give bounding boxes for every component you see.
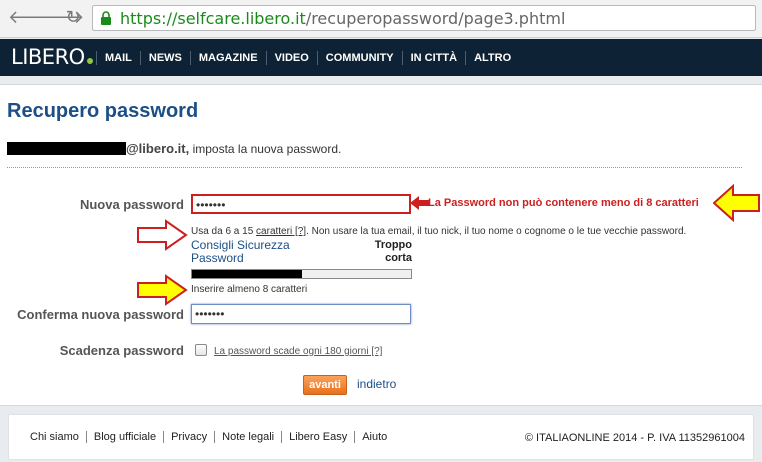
nav-item-community[interactable]: COMMUNITY [316, 50, 402, 65]
footer: Chi siamo Blog ufficiale Privacy Note le… [8, 414, 754, 460]
strength-meter [191, 269, 412, 279]
footer-link-aiuto[interactable]: Aiuto [354, 431, 394, 443]
nav-item-mail[interactable]: MAIL [96, 50, 140, 65]
error-message: La Password non può contenere meno di 8 … [428, 197, 699, 209]
security-tips-link[interactable]: Consigli Sicurezza Password [191, 239, 301, 265]
strength-meter-fill [192, 270, 302, 278]
nav-menu: MAIL NEWS MAGAZINE VIDEO COMMUNITY IN CI… [96, 39, 519, 76]
url-host: selfcare.libero.it [177, 9, 306, 28]
nav-item-magazine[interactable]: MAGAZINE [189, 50, 266, 65]
new-password-input[interactable]: ••••••• [191, 194, 411, 214]
nav-item-altro[interactable]: ALTRO [465, 50, 519, 65]
email-line: @libero.it, imposta la nuova password. [7, 141, 341, 156]
footer-link-privacy[interactable]: Privacy [163, 431, 214, 443]
hint-prefix: Usa da 6 a 15 [191, 226, 257, 237]
annotation-red-arrow-small-icon [410, 196, 430, 210]
footer-link-chi-siamo[interactable]: Chi siamo [23, 431, 86, 443]
min-length-hint: Inserire almeno 8 caratteri [191, 284, 308, 295]
nav-item-news[interactable]: NEWS [139, 50, 190, 65]
avanti-button[interactable]: avanti [303, 375, 347, 395]
lock-icon [101, 11, 111, 25]
url-text: https://selfcare.libero.it/recuperopassw… [120, 9, 565, 28]
copyright: © ITALIAONLINE 2014 - P. IVA 11352961004 [524, 432, 745, 444]
address-bar[interactable]: https://selfcare.libero.it/recuperopassw… [92, 5, 756, 31]
nav-item-in-citta[interactable]: IN CITTÀ [401, 50, 465, 65]
hint-suffix: . Non usare la tua email, il tuo nick, i… [306, 226, 687, 237]
footer-link-note-legali[interactable]: Note legali [214, 431, 281, 443]
security-info: Consigli Sicurezza Password Troppo corta [191, 239, 412, 267]
strength-text: Troppo corta [374, 239, 412, 264]
browser-toolbar: 🡐 🡒 ↻ https://selfcare.libero.it/recuper… [0, 0, 762, 38]
expiry-label: Scadenza password [59, 343, 184, 358]
logo-text: LIBERO [11, 45, 85, 69]
url-path: /recuperopassword/page3.phtml [305, 9, 566, 28]
redacted-username [7, 142, 126, 155]
indietro-link[interactable]: indietro [357, 377, 396, 391]
email-domain: @libero.it, [126, 141, 190, 156]
logo-dot [86, 58, 93, 64]
annotation-yellow-right-arrow-icon [137, 274, 188, 306]
annotation-white-right-arrow-icon [137, 219, 188, 251]
password-hint: Usa da 6 a 15 caratteri [?]. Non usare l… [191, 226, 686, 237]
nav-item-video[interactable]: VIDEO [265, 50, 317, 65]
hint-help-link[interactable]: [?] [292, 226, 306, 237]
confirm-password-label: Conferma nuova password [17, 307, 184, 322]
reload-icon[interactable]: ↻ [62, 7, 84, 29]
footer-link-blog[interactable]: Blog ufficiale [85, 431, 163, 443]
confirm-password-input[interactable]: ••••••• [191, 304, 411, 324]
recovery-panel: Recupero password @libero.it, imposta la… [0, 84, 762, 406]
email-instruction: imposta la nuova password. [189, 142, 342, 156]
url-scheme: https:// [120, 9, 178, 28]
libero-logo[interactable]: LIBERO [11, 45, 93, 69]
expiry-checkbox[interactable] [195, 344, 207, 356]
footer-link-libero-easy[interactable]: Libero Easy [281, 431, 354, 443]
divider [7, 167, 742, 168]
page-title: Recupero password [7, 100, 199, 122]
new-password-label: Nuova password [79, 197, 184, 212]
footer-links: Chi siamo Blog ufficiale Privacy Note le… [23, 431, 394, 443]
expiry-checkbox-label[interactable]: La password scade ogni 180 giorni [?] [214, 346, 382, 357]
forward-arrow-icon[interactable]: 🡒 [36, 7, 84, 29]
hint-characters-link[interactable]: caratteri [256, 226, 292, 237]
back-arrow-icon[interactable]: 🡐 [8, 7, 56, 29]
site-navbar: LIBERO MAIL NEWS MAGAZINE VIDEO COMMUNIT… [0, 39, 762, 76]
annotation-yellow-left-arrow-icon [713, 184, 760, 222]
